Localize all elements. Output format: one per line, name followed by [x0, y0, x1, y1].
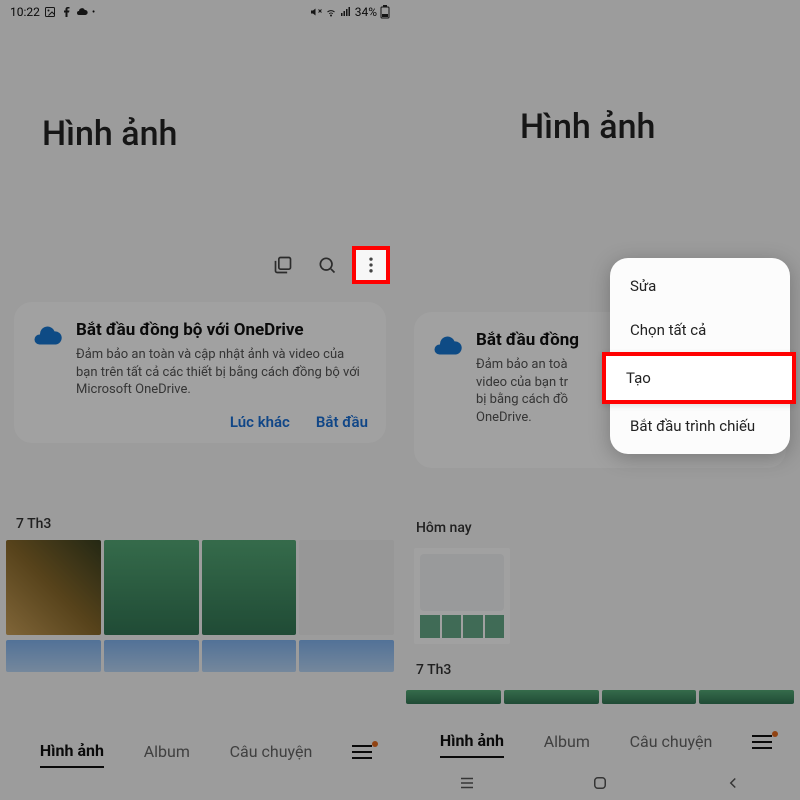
bottom-tabs: Hình ảnh Album Câu chuyện — [0, 719, 400, 768]
photo-thumbnail[interactable] — [504, 690, 599, 704]
photo-thumbnail[interactable] — [104, 540, 199, 635]
photo-thumbnail[interactable] — [202, 640, 297, 672]
photo-thumbnail[interactable] — [104, 640, 199, 672]
onedrive-desc: Đảm bảo an toàvideo của bạn trbị bằng cá… — [476, 356, 596, 426]
tab-stories[interactable]: Câu chuyện — [630, 726, 713, 757]
mute-icon — [310, 6, 322, 18]
search-icon — [317, 255, 337, 275]
onedrive-later-button[interactable]: Lúc khác — [230, 413, 290, 431]
menu-hamburger-button[interactable] — [752, 735, 772, 749]
menu-item-create[interactable]: Tạo — [602, 352, 796, 404]
onedrive-icon — [432, 332, 462, 362]
photo-thumbnail[interactable] — [406, 690, 501, 704]
tab-photos[interactable]: Hình ảnh — [40, 735, 104, 768]
menu-hamburger-button[interactable] — [352, 745, 372, 759]
android-nav-bar — [400, 766, 800, 800]
photo-thumbnail[interactable] — [699, 690, 794, 704]
photo-thumbnail[interactable] — [6, 640, 101, 672]
status-time: 10:22 — [10, 5, 40, 19]
cloud-status-icon — [76, 6, 88, 18]
date-today-label: Hôm nay — [416, 520, 472, 536]
search-button[interactable] — [308, 246, 346, 284]
tab-stories[interactable]: Câu chuyện — [230, 736, 313, 767]
tab-albums[interactable]: Album — [144, 736, 190, 767]
date-section-label: 7 Th3 — [416, 662, 451, 678]
photo-thumbnail[interactable] — [299, 640, 394, 672]
photo-thumbnail[interactable] — [602, 690, 697, 704]
page-title: Hình ảnh — [42, 114, 400, 154]
onedrive-title: Bắt đầu đồng bộ với OneDrive — [76, 320, 368, 340]
onedrive-desc: Đảm bảo an toàn và cập nhật ảnh và video… — [76, 346, 368, 399]
battery-icon — [380, 5, 390, 19]
tab-albums[interactable]: Album — [544, 726, 590, 757]
onedrive-sync-card: Bắt đầu đồng bộ với OneDrive Đảm bảo an … — [14, 302, 386, 443]
onedrive-start-button[interactable]: Bắt đầu — [316, 413, 368, 431]
wifi-icon — [325, 6, 337, 18]
menu-item-edit[interactable]: Sửa — [610, 264, 790, 308]
menu-item-select-all[interactable]: Chọn tất cả — [610, 308, 790, 352]
status-battery: 34% — [355, 5, 377, 19]
bottom-tabs: Hình ảnh Album Câu chuyện — [400, 725, 800, 758]
page-title: Hình ảnh — [520, 107, 800, 147]
more-options-menu: Sửa Chọn tất cả Tạo Bắt đầu trình chiếu — [610, 258, 790, 454]
tab-photos[interactable]: Hình ảnh — [440, 725, 504, 758]
onedrive-title: Bắt đầu đồng — [476, 330, 606, 350]
nav-back-button[interactable] — [724, 774, 742, 792]
sync-icon-button[interactable] — [264, 246, 302, 284]
image-icon — [44, 6, 56, 18]
status-bar: 10:22 • 34% — [0, 0, 400, 24]
onedrive-icon — [32, 322, 62, 352]
more-vertical-icon — [361, 255, 381, 275]
nav-home-button[interactable] — [591, 774, 609, 792]
stack-icon — [273, 255, 293, 275]
photo-thumbnail[interactable] — [414, 548, 510, 644]
menu-item-slideshow[interactable]: Bắt đầu trình chiếu — [610, 404, 790, 448]
date-section-label: 7 Th3 — [16, 516, 51, 532]
photo-thumbnail[interactable] — [299, 540, 394, 635]
photo-thumbnail[interactable] — [6, 540, 101, 635]
facebook-icon — [60, 6, 72, 18]
more-options-button[interactable] — [352, 246, 390, 284]
signal-icon — [340, 6, 352, 18]
photo-thumbnail[interactable] — [202, 540, 297, 635]
nav-recent-button[interactable] — [458, 774, 476, 792]
